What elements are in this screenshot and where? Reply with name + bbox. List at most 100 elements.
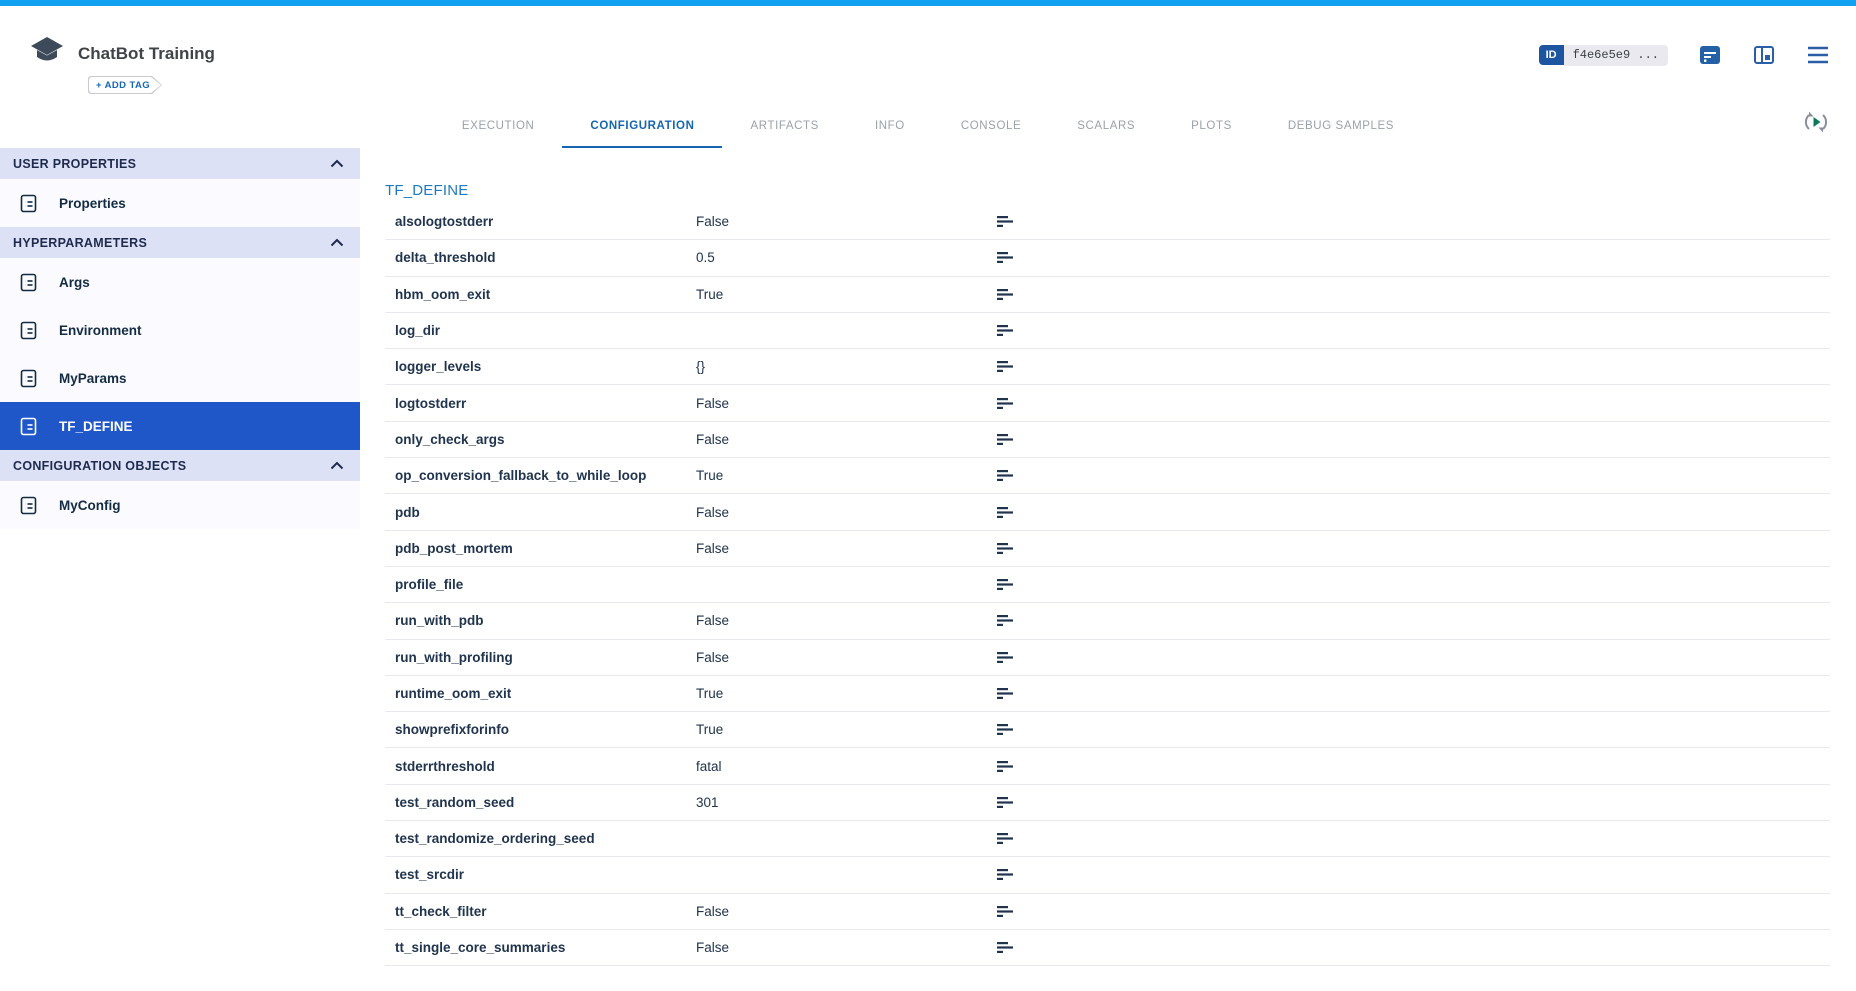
tab-execution[interactable]: EXECUTION: [434, 120, 563, 148]
param-bars-icon[interactable]: [997, 905, 1014, 918]
param-name: run_with_pdb: [395, 613, 696, 628]
param-bars-icon[interactable]: [997, 651, 1014, 664]
sidebar-item-myconfig[interactable]: MyConfig: [0, 481, 360, 529]
param-name: alsologtostderr: [395, 214, 696, 229]
param-row: pdb False: [385, 494, 1830, 530]
sidebar-item-label: MyConfig: [59, 498, 121, 513]
id-value: f4e6e5e9 ...: [1564, 45, 1668, 66]
document-icon: [20, 321, 37, 340]
param-bars-icon[interactable]: [997, 542, 1014, 555]
param-bars-icon[interactable]: [997, 868, 1014, 881]
param-bars-icon[interactable]: [997, 397, 1014, 410]
param-name: tt_single_core_summaries: [395, 940, 696, 955]
param-value: False: [696, 396, 997, 411]
param-value: {}: [696, 359, 997, 374]
param-bars-icon[interactable]: [997, 760, 1014, 773]
param-name: pdb_post_mortem: [395, 541, 696, 556]
param-row: run_with_pdb False: [385, 603, 1830, 639]
header: ChatBot Training + ADD TAG ID f4e6e5e9 .…: [0, 6, 1856, 96]
tab-plots[interactable]: PLOTS: [1163, 120, 1260, 148]
document-icon: [20, 417, 37, 436]
param-name: only_check_args: [395, 432, 696, 447]
param-row: profile_file: [385, 567, 1830, 603]
param-bars-icon[interactable]: [997, 941, 1014, 954]
chevron-up-icon: [330, 234, 344, 252]
tab-configuration[interactable]: CONFIGURATION: [562, 120, 722, 148]
sidebar-item-args[interactable]: Args: [0, 258, 360, 306]
auto-refresh-icon[interactable]: [1802, 108, 1830, 136]
experiment-id-chip[interactable]: ID f4e6e5e9 ...: [1539, 45, 1668, 66]
param-name: test_randomize_ordering_seed: [395, 831, 696, 846]
param-name: stderrthreshold: [395, 759, 696, 774]
param-bars-icon[interactable]: [997, 251, 1014, 264]
param-name: run_with_profiling: [395, 650, 696, 665]
param-value: False: [696, 904, 997, 919]
param-value: 0.5: [696, 250, 997, 265]
param-bars-icon[interactable]: [997, 687, 1014, 700]
param-name: showprefixforinfo: [395, 722, 696, 737]
param-bars-icon[interactable]: [997, 578, 1014, 591]
param-bars-icon[interactable]: [997, 324, 1014, 337]
document-icon: [20, 369, 37, 388]
sidebar-item-tf-define[interactable]: TF_DEFINE: [0, 402, 360, 450]
sidebar-section-configuration-objects[interactable]: CONFIGURATION OBJECTS: [0, 450, 360, 481]
hamburger-menu-icon[interactable]: [1806, 45, 1830, 65]
param-name: runtime_oom_exit: [395, 686, 696, 701]
sidebar-item-properties[interactable]: Properties: [0, 179, 360, 227]
section-title: CONFIGURATION OBJECTS: [13, 459, 330, 473]
param-row: delta_threshold 0.5: [385, 240, 1830, 276]
param-value: False: [696, 613, 997, 628]
param-table: alsologtostderr False delta_threshold 0.…: [385, 204, 1830, 966]
param-row: stderrthreshold fatal: [385, 748, 1830, 784]
document-icon: [20, 273, 37, 292]
param-value: False: [696, 505, 997, 520]
sidebar: USER PROPERTIES PropertiesHYPERPARAMETER…: [0, 148, 360, 991]
param-row: runtime_oom_exit True: [385, 676, 1830, 712]
param-bars-icon[interactable]: [997, 506, 1014, 519]
param-name: pdb: [395, 505, 696, 520]
param-name: op_conversion_fallback_to_while_loop: [395, 468, 696, 483]
param-bars-icon[interactable]: [997, 433, 1014, 446]
param-row: op_conversion_fallback_to_while_loop Tru…: [385, 458, 1830, 494]
tab-bar: EXECUTIONCONFIGURATIONARTIFACTSINFOCONSO…: [0, 96, 1856, 148]
sidebar-section-user-properties[interactable]: USER PROPERTIES: [0, 148, 360, 179]
param-bars-icon[interactable]: [997, 360, 1014, 373]
param-value: 301: [696, 795, 997, 810]
sidebar-item-environment[interactable]: Environment: [0, 306, 360, 354]
param-bars-icon[interactable]: [997, 832, 1014, 845]
param-row: logger_levels {}: [385, 349, 1830, 385]
param-value: False: [696, 541, 997, 556]
tab-console[interactable]: CONSOLE: [933, 120, 1049, 148]
details-view-icon[interactable]: [1698, 43, 1722, 67]
param-name: profile_file: [395, 577, 696, 592]
param-row: pdb_post_mortem False: [385, 531, 1830, 567]
param-value: True: [696, 722, 997, 737]
param-bars-icon[interactable]: [997, 469, 1014, 482]
sidebar-item-label: Environment: [59, 323, 142, 338]
sidebar-item-label: MyParams: [59, 371, 127, 386]
tab-scalars[interactable]: SCALARS: [1049, 120, 1163, 148]
sidebar-item-label: TF_DEFINE: [59, 419, 133, 434]
param-bars-icon[interactable]: [997, 614, 1014, 627]
tab-debug-samples[interactable]: DEBUG SAMPLES: [1260, 120, 1422, 148]
tab-info[interactable]: INFO: [847, 120, 933, 148]
sidebar-section-hyperparameters[interactable]: HYPERPARAMETERS: [0, 227, 360, 258]
param-row: tt_single_core_summaries False: [385, 930, 1830, 966]
param-bars-icon[interactable]: [997, 215, 1014, 228]
sidebar-item-myparams[interactable]: MyParams: [0, 354, 360, 402]
tab-artifacts[interactable]: ARTIFACTS: [722, 120, 846, 148]
id-badge: ID: [1539, 45, 1564, 65]
param-row: logtostderr False: [385, 385, 1830, 421]
param-name: log_dir: [395, 323, 696, 338]
param-name: logger_levels: [395, 359, 696, 374]
experiment-logo-icon: [28, 34, 66, 70]
param-bars-icon[interactable]: [997, 288, 1014, 301]
config-section-title: TF_DEFINE: [385, 182, 468, 199]
param-row: run_with_profiling False: [385, 640, 1830, 676]
param-bars-icon[interactable]: [997, 723, 1014, 736]
param-bars-icon[interactable]: [997, 796, 1014, 809]
param-row: log_dir: [385, 313, 1830, 349]
main-panel: TF_DEFINE alsologtostderr False delta_th…: [360, 148, 1856, 991]
layout-view-icon[interactable]: [1752, 43, 1776, 67]
param-name: hbm_oom_exit: [395, 287, 696, 302]
